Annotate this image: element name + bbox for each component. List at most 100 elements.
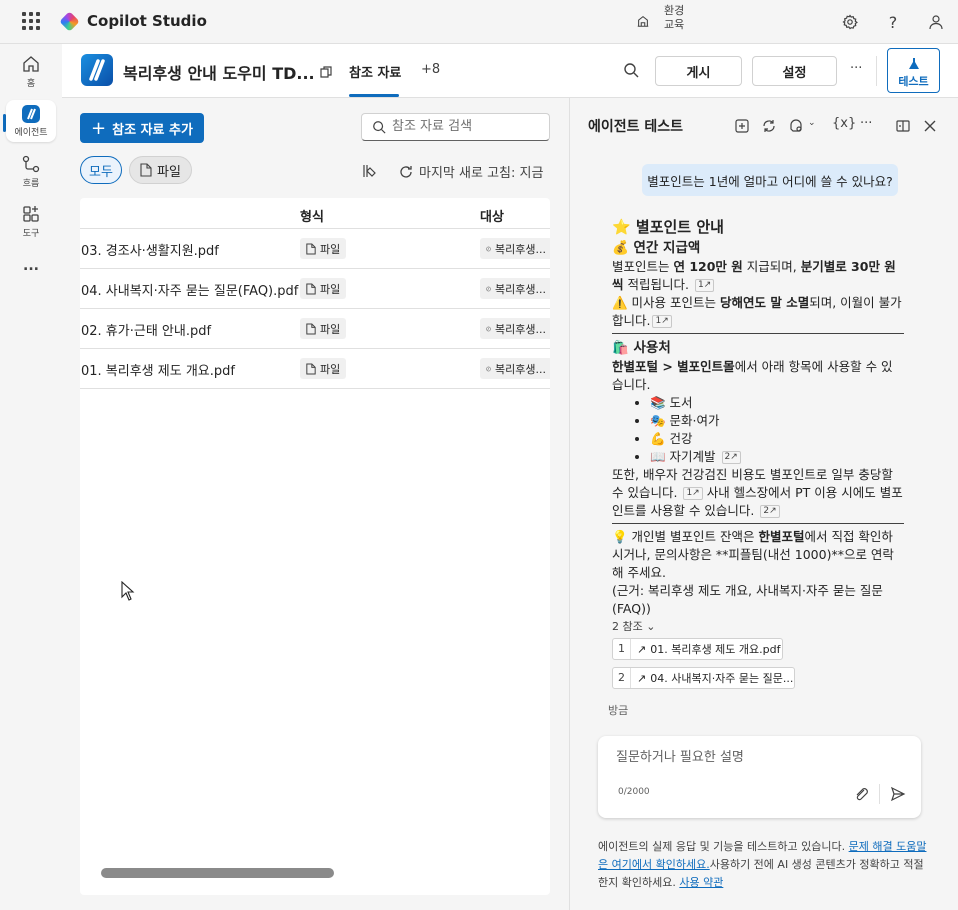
document-icon [306, 363, 316, 374]
format-label: 파일 [320, 362, 341, 376]
app-name: Copilot Studio [87, 12, 207, 30]
new-chat-icon[interactable] [734, 118, 750, 134]
search-icon [373, 121, 386, 134]
file-name: 02. 휴가·근태 안내.pdf [81, 324, 212, 339]
publish-button[interactable]: 게시 [655, 56, 742, 86]
add-knowledge-button[interactable]: + 참조 자료 추가 [80, 113, 204, 143]
citation-marker[interactable]: 2↗ [760, 505, 780, 518]
reference-name: 01. 복리후생 제도 개요.pdf [650, 643, 781, 656]
target-label: 복리후생... [495, 322, 546, 336]
more-options-icon[interactable]: ··· [850, 61, 862, 76]
flow-icon [22, 155, 40, 173]
app-launcher-icon[interactable] [22, 12, 40, 30]
text: 💡 개인별 별포인트 잔액은 [612, 529, 759, 544]
tab-knowledge[interactable]: 참조 자료 [349, 62, 401, 81]
account-icon[interactable] [926, 12, 946, 32]
reference-number: 2 [613, 668, 631, 688]
list-item: 💪 건강 [650, 430, 904, 448]
left-rail: 홈 에이전트 흐름 도구 ... [0, 44, 62, 910]
variables-icon[interactable]: {x} [832, 116, 856, 131]
usage-list: 📚 도서 🎭 문화·여가 💪 건강 📖 자기계발 2↗ [612, 394, 904, 466]
terms-link[interactable]: 사용 약관 [679, 876, 723, 889]
refresh-conversation-icon[interactable] [761, 118, 777, 134]
table-row[interactable]: 01. 복리후생 제도 개요.pdf 파일 복리후생... [80, 349, 550, 389]
rail-item-home[interactable]: 홈 [6, 54, 56, 89]
refresh-status[interactable]: 마지막 새로 고침: 지금 [399, 162, 543, 181]
citation-marker[interactable]: 2↗ [721, 451, 741, 464]
references-toggle[interactable]: 2 참조 ⌄ [612, 618, 655, 634]
environment-icon [637, 15, 649, 27]
refresh-text: 마지막 새로 고침: 지금 [419, 166, 544, 181]
references-label: 2 참조 [612, 620, 643, 633]
tools-icon [23, 206, 39, 222]
citation-marker[interactable]: 1↗ [694, 279, 715, 292]
table-header: 형식 대상 [80, 198, 550, 229]
format-tag: 파일 [300, 278, 347, 299]
chat-input[interactable]: 질문하거나 필요한 설명 0/2000 [598, 736, 921, 818]
agent-edit-icon[interactable] [318, 64, 334, 80]
table-row[interactable]: 04. 사내복지·자주 묻는 질문(FAQ).pdf 파일 복리후생... [80, 269, 550, 309]
send-icon[interactable] [890, 786, 906, 802]
format-label: 파일 [320, 242, 341, 256]
horizontal-scrollbar[interactable] [101, 868, 334, 878]
agent-link-icon [486, 326, 491, 331]
text: 적립됩니다. [623, 277, 689, 292]
tab-overflow[interactable]: +8 [421, 62, 440, 77]
reference-chip[interactable]: 2 ↗ 04. 사내복지·자주 묻는 질문... [612, 667, 795, 689]
rail-item-tools[interactable]: 도구 [6, 204, 56, 239]
environment-switcher[interactable]: 환경 교육 [664, 4, 684, 32]
settings-gear-icon[interactable] [840, 12, 860, 32]
agent-name[interactable]: 복리후생 안내 도우미 TD... [123, 60, 315, 84]
knowledge-search-input[interactable]: 참조 자료 검색 [361, 113, 550, 141]
panel-more-icon[interactable]: ··· [860, 116, 872, 131]
file-name: 01. 복리후생 제도 개요.pdf [81, 364, 235, 379]
test-panel: 에이전트 테스트 ⌄ {x} ··· 별포인트는 1년에 얼마고 어디에 쓸 수… [569, 98, 958, 910]
citation-number: 1 [686, 488, 693, 498]
attach-icon[interactable] [853, 786, 869, 802]
reference-chip[interactable]: 1 ↗ 01. 복리후생 제도 개요.pdf [612, 638, 783, 660]
document-icon [140, 163, 152, 177]
user-message: 별포인트는 1년에 얼마고 어디에 쓸 수 있나요? [642, 164, 898, 196]
document-icon [306, 243, 316, 254]
filter-all[interactable]: 모두 [80, 156, 122, 184]
rail-item-agents[interactable]: 에이전트 [6, 100, 56, 142]
tab-active-underline [349, 94, 399, 97]
citation-number: 2 [763, 506, 770, 516]
mouse-cursor-icon [121, 581, 135, 601]
target-tag: 복리후생... [480, 238, 550, 259]
text: 지급되며, [742, 259, 801, 274]
test-button[interactable]: 테스트 [887, 48, 940, 93]
disclaimer-text: 에이전트의 실제 응답 및 기능을 테스트하고 있습니다. [598, 840, 849, 853]
rail-item-flows[interactable]: 흐름 [6, 154, 56, 189]
column-format[interactable]: 형식 [300, 206, 324, 225]
rail-more-icon[interactable]: ... [6, 258, 56, 274]
column-target[interactable]: 대상 [480, 206, 504, 225]
chat-input-placeholder: 질문하거나 필요한 설명 [616, 750, 744, 765]
agent-header: 복리후생 안내 도우미 TD... 참조 자료 +8 게시 설정 ··· 테스트 [62, 44, 958, 98]
search-icon[interactable] [623, 62, 639, 78]
expand-panel-icon[interactable] [895, 118, 911, 134]
divider [612, 523, 904, 524]
help-icon[interactable]: ? [883, 12, 903, 32]
text-bold: 당해연도 말 소멸 [720, 295, 810, 310]
rail-label-flows: 흐름 [22, 179, 40, 189]
rail-label-home: 홈 [26, 79, 36, 89]
citation-marker[interactable]: 1↗ [652, 315, 672, 328]
input-divider [879, 784, 880, 804]
message-timestamp: 방금 [608, 704, 629, 717]
citation-marker[interactable]: 1↗ [683, 487, 703, 500]
table-row[interactable]: 02. 휴가·근태 안내.pdf 파일 복리후생... [80, 309, 550, 349]
clean-icon[interactable] [361, 163, 377, 179]
rail-label-tools: 도구 [22, 229, 40, 239]
environment-label: 환경 [664, 4, 685, 17]
debug-icon[interactable] [788, 118, 804, 134]
list-item: 📚 도서 [650, 394, 904, 412]
external-link-icon: ↗ [637, 642, 647, 656]
add-knowledge-label: 참조 자료 추가 [112, 122, 193, 138]
chevron-down-icon[interactable]: ⌄ [808, 118, 816, 128]
table-row[interactable]: 03. 경조사·생활지원.pdf 파일 복리후생... [80, 229, 550, 269]
settings-button[interactable]: 설정 [752, 56, 837, 86]
close-icon[interactable] [922, 118, 938, 134]
filter-file[interactable]: 파일 [129, 156, 192, 184]
text-bold: 한별포털 > 별포인트몰 [612, 359, 735, 374]
